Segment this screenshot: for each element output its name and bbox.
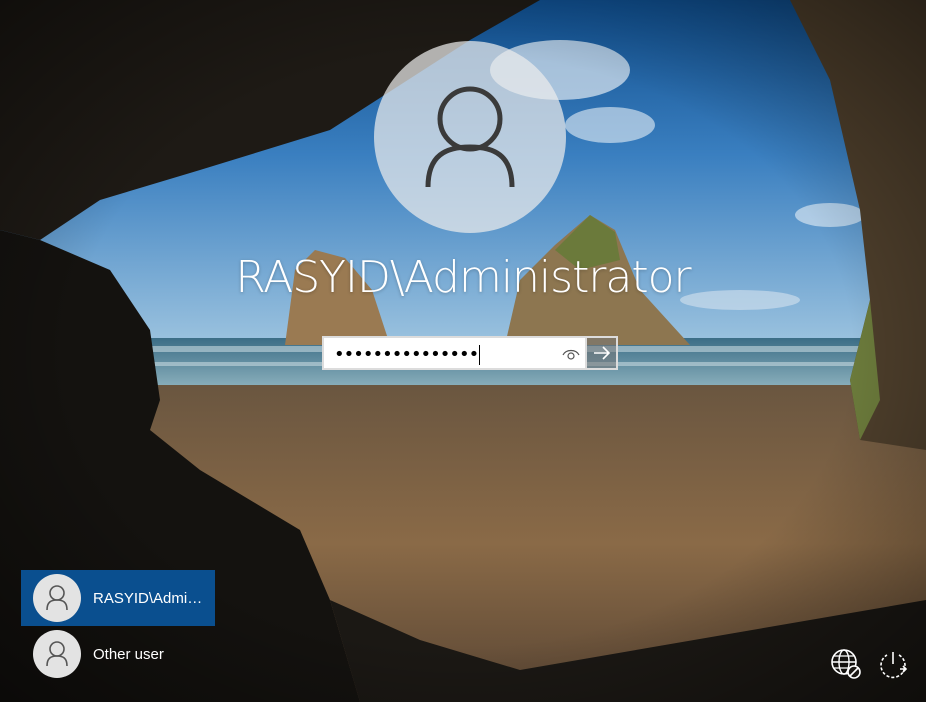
password-input[interactable]: •••••••••••••••	[322, 336, 585, 370]
power-icon[interactable]	[877, 648, 909, 680]
arrow-right-icon	[593, 346, 610, 360]
user-icon	[46, 585, 68, 611]
user-avatar	[33, 630, 81, 678]
network-globe-icon[interactable]	[830, 648, 862, 680]
user-icon	[425, 86, 515, 188]
user-avatar-large	[374, 41, 566, 233]
user-tile-administrator[interactable]: RASYID\Admin...	[21, 570, 215, 626]
eye-icon[interactable]	[562, 347, 580, 361]
submit-button[interactable]	[585, 336, 618, 370]
password-box: •••••••••••••••	[322, 336, 618, 370]
user-tile-label: Other user	[93, 645, 164, 663]
user-list: RASYID\Admin... Other user	[21, 570, 215, 682]
user-tile-label: RASYID\Admin...	[93, 589, 208, 607]
username-title: RASYID\Administrator	[235, 252, 691, 303]
password-value: •••••••••••••••	[334, 344, 481, 365]
user-icon	[46, 641, 68, 667]
user-tile-other-user[interactable]: Other user	[21, 626, 215, 682]
user-avatar	[33, 574, 81, 622]
